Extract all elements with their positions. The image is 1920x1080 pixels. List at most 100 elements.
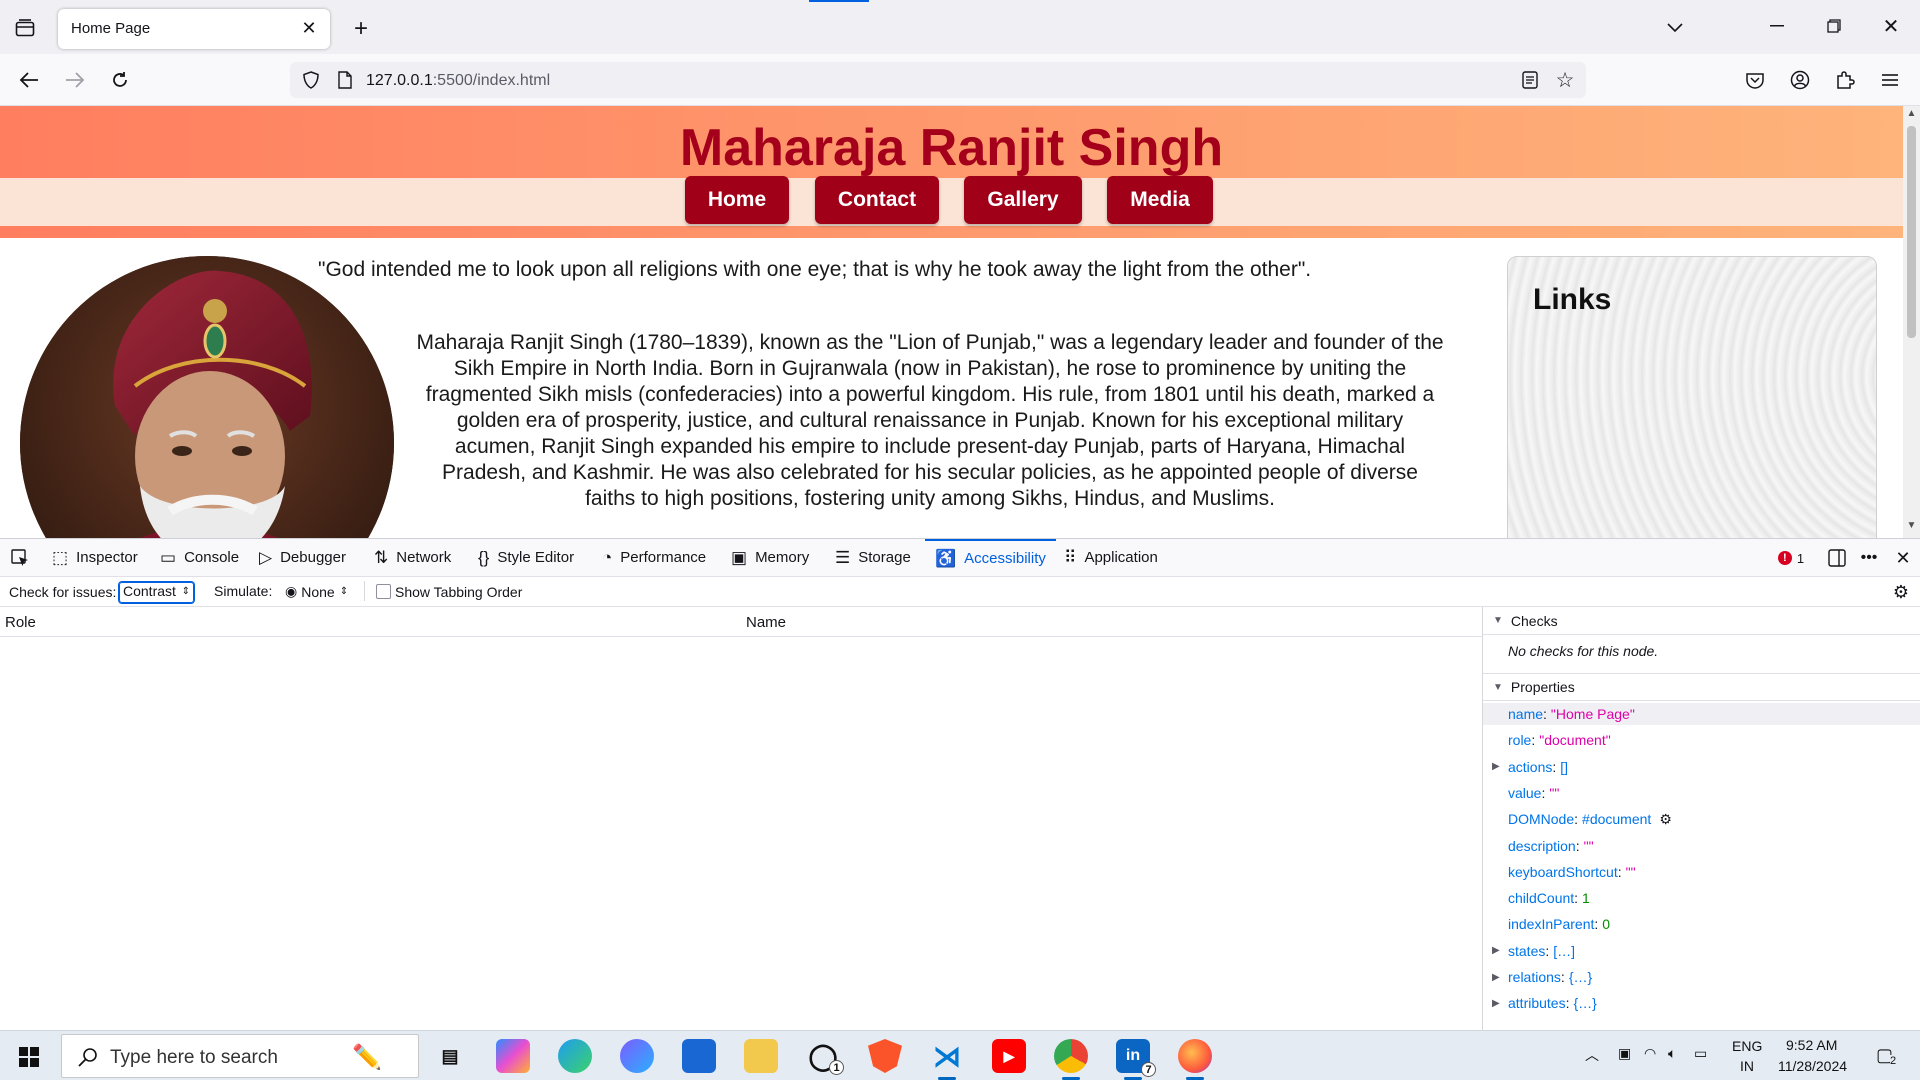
page-info-icon[interactable] [334, 69, 356, 91]
clock-time[interactable]: 9:52 AM [1786, 1037, 1837, 1053]
youtube-icon[interactable]: ▶ [992, 1039, 1026, 1073]
nav-media-button[interactable]: Media [1107, 176, 1213, 224]
reload-icon[interactable] [107, 68, 133, 92]
property-row: childCount:1 [1508, 887, 1590, 909]
scrollbar-thumb[interactable] [1907, 126, 1916, 338]
show-hidden-icons-icon[interactable]: ︿ [1585, 1045, 1599, 1065]
dock-options-icon[interactable] [1826, 547, 1848, 569]
linkedin-icon[interactable]: in 7 [1116, 1039, 1156, 1080]
tab-label: Application [1084, 549, 1158, 566]
copilot-app-icon[interactable] [620, 1039, 654, 1073]
tab-debugger[interactable]: ▷ Debugger [259, 539, 346, 576]
close-devtools-icon[interactable]: ✕ [1892, 547, 1914, 569]
whatsapp-icon[interactable]: ◯ 1 [806, 1039, 844, 1075]
expand-triangle-icon[interactable]: ▶ [1492, 972, 1500, 983]
tabbing-order-checkbox[interactable] [376, 584, 391, 599]
nav-contact-button[interactable]: Contact [815, 176, 939, 224]
checks-empty-message: No checks for this node. [1508, 643, 1659, 659]
tab-label: Inspector [76, 549, 138, 566]
checks-section-header[interactable]: ▼ Checks [1483, 607, 1920, 635]
clock-date: 11/28/2024 [1778, 1058, 1848, 1074]
forward-icon[interactable] [62, 68, 88, 92]
check-issues-select[interactable]: Contrast ⇕ [119, 582, 194, 603]
browser-nav-bar: 127.0.0.1:5500/index.html ☆ [0, 54, 1920, 106]
battery-icon[interactable]: ▭ [1694, 1045, 1707, 1062]
taskbar-search-box[interactable]: Type here to search ✏️ [61, 1034, 419, 1078]
property-row[interactable]: ▶ actions:[] [1492, 756, 1568, 778]
edge-icon[interactable] [558, 1039, 592, 1073]
bookmark-star-icon[interactable]: ☆ [1553, 68, 1577, 92]
property-value: "" [1625, 863, 1636, 880]
settings-gear-icon[interactable]: ⚙ [1890, 582, 1912, 602]
vscode-icon[interactable]: ⋊ [930, 1039, 964, 1080]
devtools-panel: ⬚ Inspector ▭ Console ▷ Debugger ⇅ Network {… [0, 538, 1920, 1031]
pocket-icon[interactable] [1742, 67, 1768, 93]
accessibility-icon: ♿ [935, 548, 957, 568]
volume-icon[interactable]: 🔈︎ [1668, 1045, 1676, 1062]
property-row[interactable]: ▶ states: […] [1492, 940, 1575, 962]
new-tab-icon[interactable]: + [348, 15, 374, 42]
wifi-icon[interactable]: ◠ [1644, 1045, 1656, 1062]
account-icon[interactable] [1787, 67, 1813, 93]
minimize-window-icon[interactable] [1762, 12, 1792, 40]
tab-style-editor[interactable]: {} Style Editor [478, 539, 574, 576]
list-all-tabs-icon[interactable] [1660, 14, 1690, 42]
tab-storage[interactable]: ☰ Storage [835, 539, 911, 576]
inspect-node-icon[interactable]: ⚙ [1659, 811, 1672, 828]
tracking-protection-shield-icon[interactable] [300, 69, 322, 91]
scroll-up-icon[interactable]: ▲ [1903, 108, 1920, 124]
language-code[interactable]: ENG [1732, 1038, 1762, 1054]
notifications-icon[interactable]: ▢ 2 [1876, 1045, 1897, 1067]
close-tab-icon[interactable]: ✕ [298, 17, 320, 39]
nav-home-button[interactable]: Home [685, 176, 789, 224]
memory-icon: ▣ [731, 547, 748, 567]
tab-console[interactable]: ▭ Console [160, 539, 239, 576]
expand-triangle-icon[interactable]: ▶ [1492, 761, 1500, 772]
expand-triangle-icon[interactable]: ▶ [1492, 998, 1500, 1009]
property-separator: : [1617, 863, 1622, 880]
tab-inspector[interactable]: ⬚ Inspector [52, 539, 138, 576]
element-picker-icon[interactable] [8, 547, 32, 569]
property-value[interactable]: #document [1582, 811, 1651, 827]
page-scrollbar[interactable]: ▲ ▼ [1903, 106, 1920, 538]
meet-now-icon[interactable]: ▣ [1618, 1045, 1631, 1062]
property-separator: : [1543, 706, 1547, 722]
tab-accessibility[interactable]: ♿ Accessibility [925, 539, 1056, 576]
microsoft-store-icon[interactable] [682, 1039, 716, 1073]
hamburger-menu-icon[interactable] [1877, 67, 1903, 93]
property-separator: : [1574, 890, 1579, 907]
close-window-icon[interactable]: ✕ [1876, 12, 1906, 40]
tab-network[interactable]: ⇅ Network [374, 539, 451, 576]
extensions-icon[interactable] [1832, 67, 1858, 93]
reader-view-icon[interactable] [1519, 69, 1541, 91]
firefox-icon[interactable] [1178, 1039, 1212, 1080]
brave-icon[interactable] [868, 1039, 902, 1073]
properties-section-header[interactable]: ▼ Properties [1483, 673, 1920, 701]
property-row[interactable]: ▶ relations: {…} [1492, 966, 1592, 988]
restore-window-icon[interactable] [1819, 12, 1849, 40]
windows-start-icon[interactable] [16, 1044, 42, 1070]
error-counter[interactable]: ! 1 [1774, 548, 1808, 568]
column-name: Name [746, 614, 787, 631]
simulate-select[interactable]: ◉ None ⇕ [285, 583, 348, 600]
storage-icon: ☰ [835, 547, 851, 567]
expand-triangle-icon[interactable]: ▶ [1492, 945, 1500, 956]
task-view-icon[interactable]: ▤ [433, 1039, 467, 1073]
file-explorer-icon[interactable] [744, 1039, 778, 1073]
back-icon[interactable] [16, 68, 42, 92]
tab-application[interactable]: ⠿ Application [1064, 539, 1158, 576]
property-row[interactable]: ▶ attributes: {…} [1492, 992, 1597, 1014]
url-bar[interactable]: 127.0.0.1:5500/index.html ☆ [290, 62, 1586, 98]
more-options-icon[interactable]: ••• [1858, 547, 1880, 569]
nav-gallery-button[interactable]: Gallery [964, 176, 1082, 224]
property-key: keyboardShortcut [1508, 863, 1618, 880]
browser-tab-bar: Home Page ✕ + ✕ [0, 0, 1920, 54]
tab-memory[interactable]: ▣ Memory [731, 539, 809, 576]
tab-overview-icon[interactable] [12, 16, 38, 40]
active-tab[interactable]: Home Page ✕ [58, 9, 330, 49]
tab-performance[interactable]: ◔ Performance [602, 539, 706, 576]
scroll-down-icon[interactable]: ▼ [1903, 520, 1920, 536]
url-text[interactable]: 127.0.0.1:5500/index.html [366, 72, 550, 90]
copilot-icon[interactable] [496, 1039, 530, 1073]
chrome-icon[interactable] [1054, 1039, 1088, 1080]
